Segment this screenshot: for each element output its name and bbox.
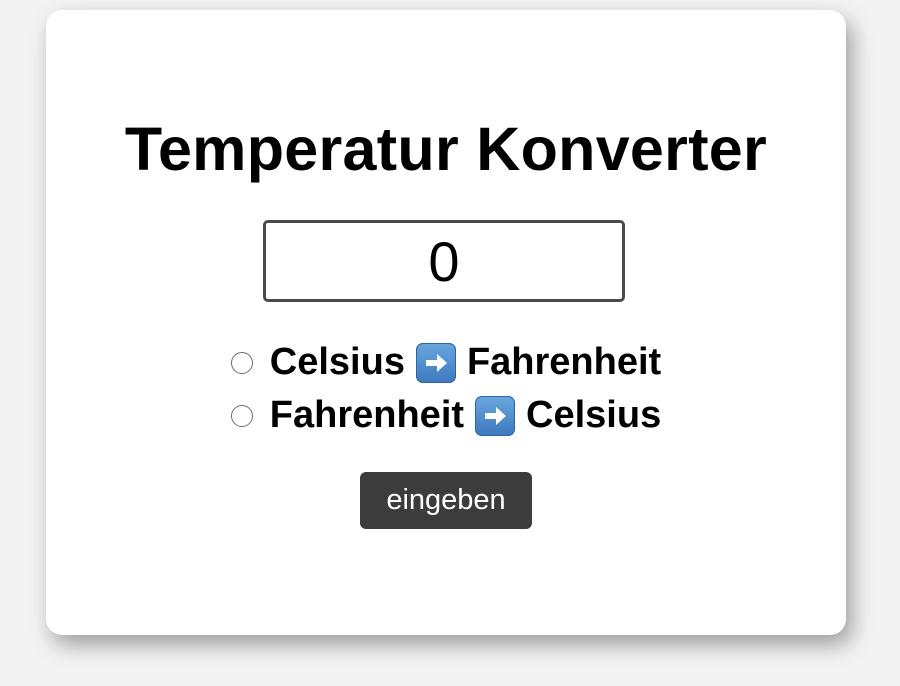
submit-button[interactable]: eingeben: [360, 472, 532, 529]
option-from-label: Fahrenheit: [269, 394, 465, 436]
option-label: Celsius Fahrenheit: [270, 341, 661, 384]
right-arrow-icon: [415, 342, 456, 383]
option-label: Fahrenheit Celsius: [270, 394, 661, 437]
page-title: Temperatur Konverter: [124, 115, 768, 183]
right-arrow-icon: [475, 395, 516, 436]
option-to-label: Celsius: [526, 394, 662, 436]
radio-celsius-to-fahrenheit[interactable]: [230, 351, 253, 374]
option-to-label: Fahrenheit: [466, 341, 662, 383]
option-fahrenheit-to-celsius[interactable]: Fahrenheit Celsius: [46, 389, 846, 442]
radio-fahrenheit-to-celsius[interactable]: [230, 404, 253, 427]
option-celsius-to-fahrenheit[interactable]: Celsius Fahrenheit: [46, 336, 846, 389]
converter-card: Temperatur Konverter Celsius Fahrenheit …: [46, 10, 846, 635]
conversion-options: Celsius Fahrenheit Fahrenheit Celsius: [46, 336, 846, 442]
temperature-input[interactable]: [263, 220, 625, 302]
option-from-label: Celsius: [269, 341, 405, 383]
